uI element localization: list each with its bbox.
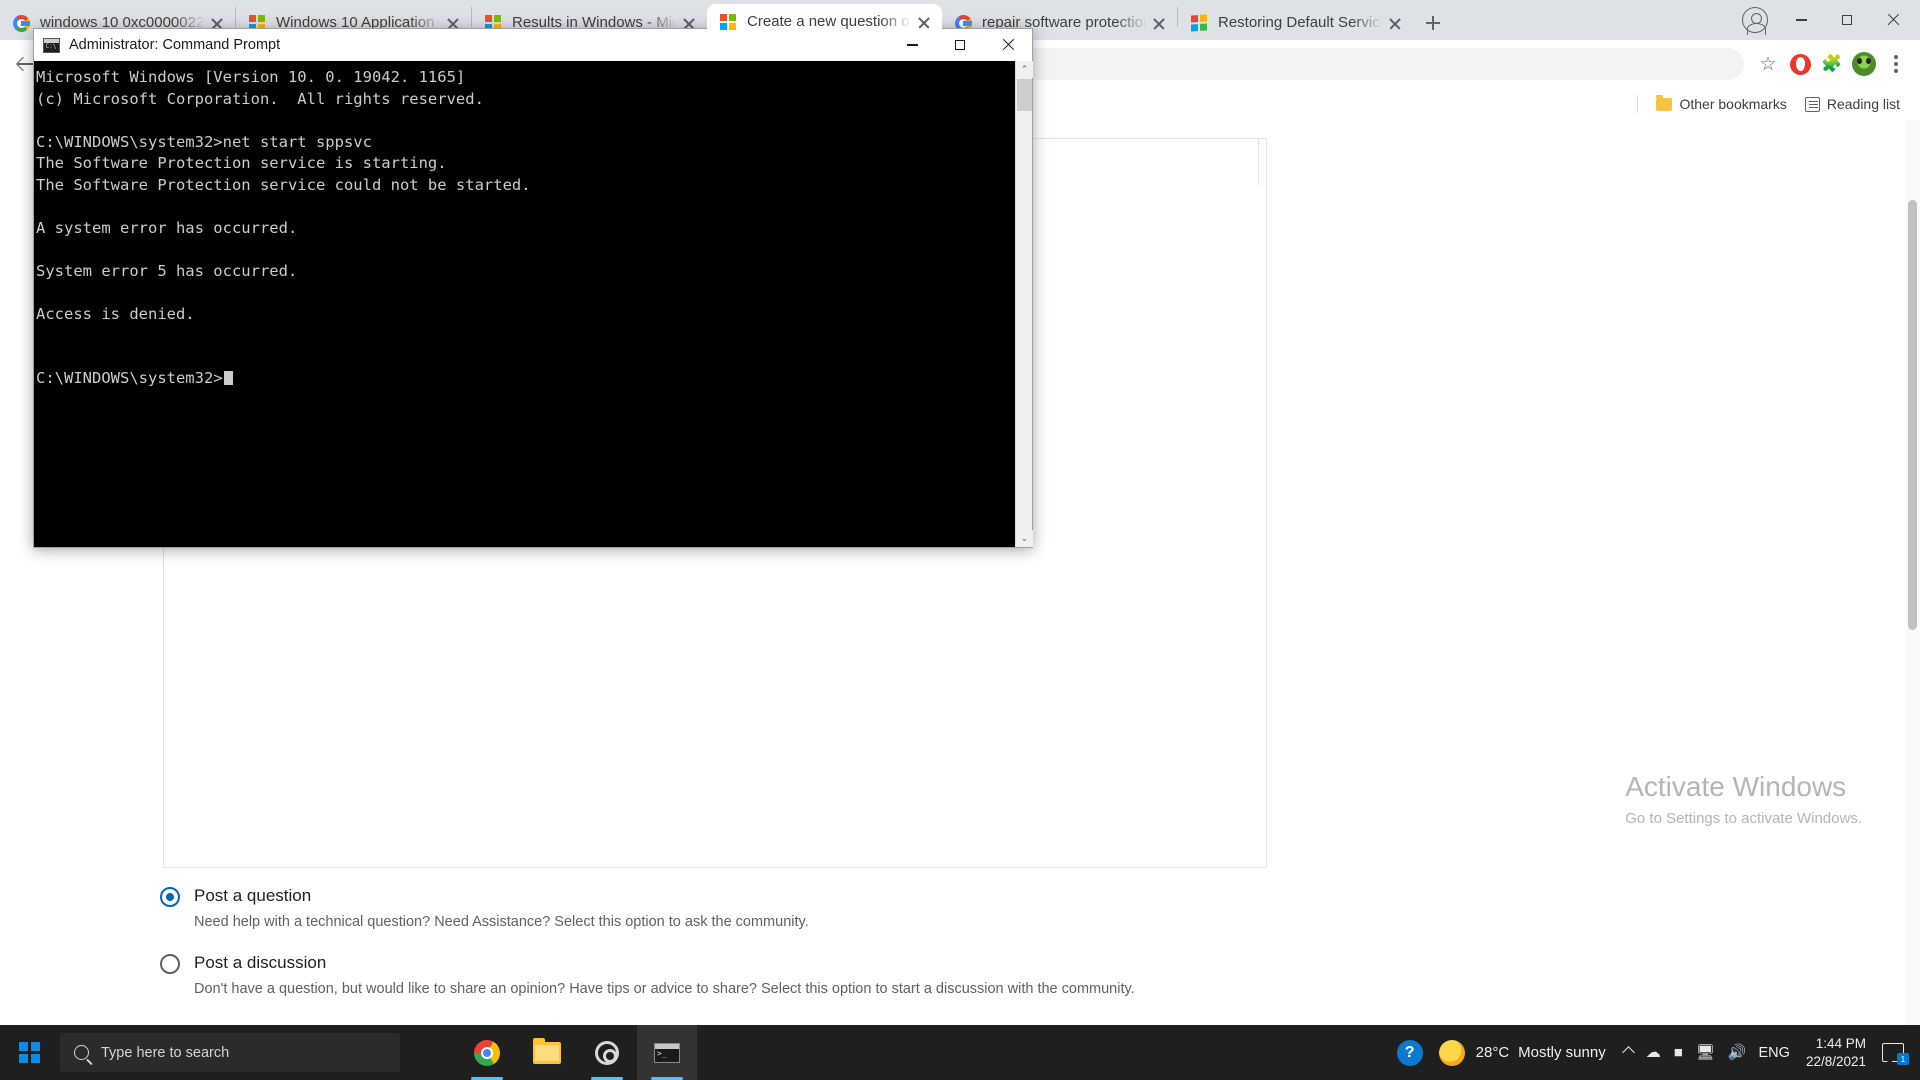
option-label: Post a question — [194, 886, 312, 905]
page-scrollbar-thumb[interactable] — [1908, 200, 1917, 630]
notifications-icon[interactable]: 1 — [1882, 1043, 1909, 1067]
taskbar-app-buttons — [457, 1025, 697, 1080]
windows-start-icon — [18, 1042, 40, 1063]
bookmarks-divider — [1637, 95, 1639, 113]
tab-close-icon[interactable] — [914, 12, 934, 32]
scroll-up-icon[interactable]: ⌃ — [1016, 61, 1033, 78]
chevron-up-icon[interactable] — [1621, 1046, 1635, 1059]
network-icon[interactable]: 🖥 — [1696, 1045, 1715, 1060]
terminal-text: Microsoft Windows [Version 10. 0. 19042.… — [36, 68, 531, 387]
taskbar-app-settings[interactable] — [577, 1025, 637, 1080]
system-tray: ? 28°C Mostly sunny ☁ ■ 🖥 🔊 ENG 1:44 PM … — [1396, 1025, 1920, 1080]
search-placeholder: Type here to search — [101, 1044, 230, 1061]
volume-icon[interactable]: 🔊 — [1728, 1045, 1747, 1060]
taskbar-app-google-chrome[interactable] — [457, 1025, 517, 1080]
puzzle-extensions-icon[interactable]: 🧩 — [1816, 48, 1848, 80]
console-icon — [43, 37, 60, 53]
language-indicator[interactable]: ENG — [1759, 1045, 1790, 1061]
option-texts: Post a question Need help with a technic… — [194, 885, 1340, 932]
clock-date: 22/8/2021 — [1805, 1053, 1866, 1069]
bookmark-star-icon[interactable]: ☆ — [1752, 48, 1784, 80]
watermark-title: Activate Windows — [1625, 771, 1847, 802]
tab-title: Restoring Default Services in — [1218, 14, 1381, 31]
watermark-subtitle: Go to Settings to activate Windows. — [1625, 810, 1862, 827]
terminal-caret — [223, 371, 233, 385]
browser-tab-3-active[interactable]: Create a new question or st — [707, 4, 942, 40]
cmd-maximize-button[interactable] — [936, 29, 984, 61]
battery-icon[interactable]: ■ — [1674, 1045, 1683, 1060]
option-texts: Post a discussion Don't have a question,… — [194, 952, 1340, 999]
close-button[interactable] — [1870, 4, 1916, 36]
post-type-radio-group: Post a question Need help with a technic… — [160, 885, 1340, 1019]
folder-icon — [1656, 94, 1673, 111]
file-explorer-icon — [533, 1037, 561, 1064]
taskbar-weather-widget[interactable]: 28°C Mostly sunny — [1438, 1039, 1606, 1066]
gear-icon — [595, 1040, 619, 1065]
option-description: Don't have a question, but would like to… — [194, 981, 1135, 997]
option-post-a-question[interactable]: Post a question Need help with a technic… — [160, 885, 1340, 932]
microsoft-logo-icon — [719, 13, 737, 31]
option-description: Need help with a technical question? Nee… — [194, 914, 809, 930]
reading-list-label: Reading list — [1826, 96, 1900, 112]
clock-time: 1:44 PM — [1815, 1035, 1866, 1051]
bookmarks-bar-right: Other bookmarks Reading list — [1627, 92, 1910, 116]
weather-condition: Mostly sunny — [1518, 1044, 1606, 1061]
maximize-button[interactable] — [1824, 4, 1870, 36]
onedrive-icon[interactable]: ☁ — [1646, 1045, 1661, 1060]
radio-post-question[interactable] — [160, 887, 180, 907]
weather-temperature: 28°C — [1475, 1044, 1510, 1061]
command-prompt-window[interactable]: Administrator: Command Prompt Microsoft … — [33, 28, 1033, 548]
tab-close-icon[interactable] — [1149, 13, 1169, 33]
search-icon — [74, 1045, 89, 1060]
window-controls — [1742, 0, 1920, 40]
opera-extension-icon[interactable] — [1784, 48, 1816, 80]
option-label: Post a discussion — [194, 953, 327, 972]
taskbar-app-command-prompt[interactable] — [637, 1025, 697, 1080]
profile-avatar-icon[interactable] — [1742, 7, 1768, 35]
option-post-a-discussion[interactable]: Post a discussion Don't have a question,… — [160, 952, 1340, 999]
tab-title: Create a new question or st — [747, 13, 910, 30]
radio-post-discussion[interactable] — [160, 954, 180, 974]
command-prompt-title: Administrator: Command Prompt — [69, 37, 281, 53]
tray-icon-group: ☁ ■ 🖥 🔊 — [1621, 1045, 1747, 1060]
reading-list-icon — [1804, 96, 1820, 112]
chrome-icon — [474, 1039, 500, 1066]
taskbar-clock[interactable]: 1:44 PM 22/8/2021 — [1806, 1035, 1866, 1071]
profile-extension-icon[interactable] — [1848, 48, 1880, 80]
chrome-menu-icon[interactable] — [1880, 48, 1912, 80]
page-scrollbar[interactable] — [1905, 120, 1920, 1025]
editor-toolbar-stub — [1258, 139, 1266, 185]
new-tab-button[interactable] — [1419, 9, 1447, 37]
scroll-down-icon[interactable]: ⌄ — [1016, 530, 1033, 547]
activate-windows-watermark: Activate Windows Go to Settings to activ… — [1625, 770, 1862, 827]
notification-badge: 1 — [1897, 1053, 1909, 1065]
other-bookmarks-label: Other bookmarks — [1679, 96, 1787, 112]
windows-taskbar: Type here to search ? 28°C Mostly sunny — [0, 1025, 1920, 1080]
terminal-scrollbar[interactable]: ⌃ ⌄ — [1015, 61, 1033, 547]
tab-close-icon[interactable] — [1385, 13, 1405, 33]
reading-list-button[interactable]: Reading list — [1797, 92, 1908, 116]
start-button[interactable] — [0, 1025, 58, 1080]
terminal-output[interactable]: Microsoft Windows [Version 10. 0. 19042.… — [34, 61, 1015, 547]
command-prompt-icon — [654, 1042, 680, 1063]
minimize-button[interactable] — [1778, 4, 1824, 36]
cmd-close-button[interactable] — [984, 29, 1032, 61]
taskbar-app-file-explorer[interactable] — [517, 1025, 577, 1080]
help-icon[interactable]: ? — [1396, 1039, 1423, 1066]
other-bookmarks-folder[interactable]: Other bookmarks — [1648, 92, 1794, 116]
taskbar-search-input[interactable]: Type here to search — [60, 1033, 400, 1072]
windows-flag-icon — [1190, 14, 1208, 32]
google-g-icon — [12, 14, 30, 32]
sun-icon — [1438, 1039, 1465, 1066]
browser-tab-5[interactable]: Restoring Default Services in — [1178, 6, 1413, 40]
terminal-scrollbar-thumb[interactable] — [1017, 79, 1032, 111]
